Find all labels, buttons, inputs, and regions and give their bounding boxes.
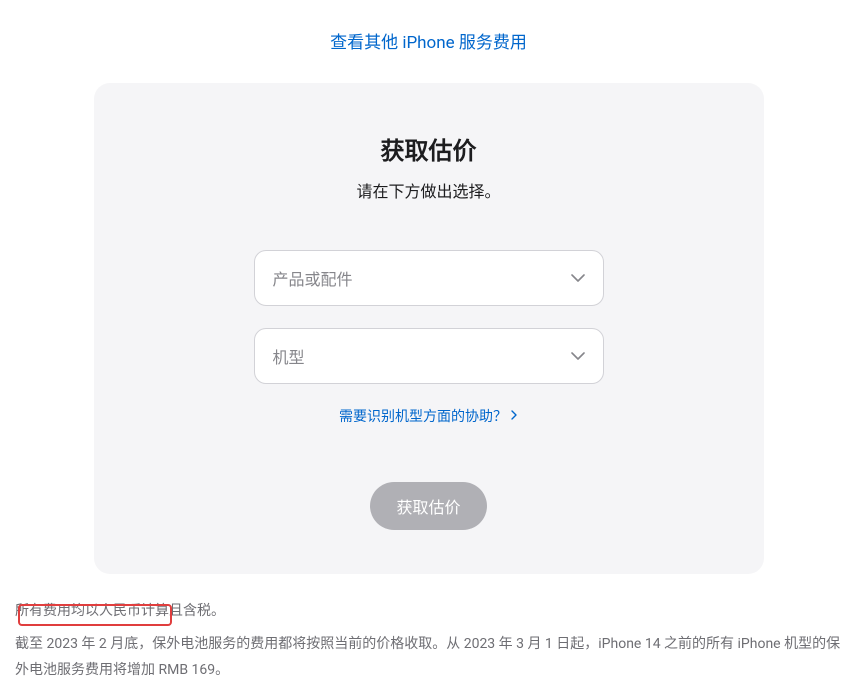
select-model-placeholder: 机型 xyxy=(273,344,305,368)
disclaimer-line-1: 所有费用均以人民币计算且含税。 xyxy=(15,598,842,625)
chevron-down-icon xyxy=(571,352,585,360)
select-product[interactable]: 产品或配件 xyxy=(254,250,604,306)
submit-row: 获取估价 xyxy=(134,482,724,530)
card-title: 获取估价 xyxy=(134,131,724,166)
select-product-placeholder: 产品或配件 xyxy=(273,266,353,290)
footer-disclaimer: 所有费用均以人民币计算且含税。 截至 2023 年 2 月底，保外电池服务的费用… xyxy=(15,598,842,684)
help-link-label: 需要识别机型方面的协助？ xyxy=(339,406,507,426)
select-model[interactable]: 机型 xyxy=(254,328,604,384)
get-estimate-button[interactable]: 获取估价 xyxy=(370,482,486,530)
identify-model-help-link[interactable]: 需要识别机型方面的协助？ xyxy=(339,406,518,426)
select-model-row: 机型 xyxy=(134,328,724,384)
estimate-card: 获取估价 请在下方做出选择。 产品或配件 机型 需要识别机型方面的协助？ 获取估… xyxy=(94,83,764,574)
chevron-down-icon xyxy=(571,274,585,282)
help-link-row: 需要识别机型方面的协助？ xyxy=(134,406,724,426)
chevron-right-icon xyxy=(511,409,518,423)
card-subtitle: 请在下方做出选择。 xyxy=(134,178,724,202)
other-service-link[interactable]: 查看其他 iPhone 服务费用 xyxy=(330,33,527,53)
disclaimer-line-2: 截至 2023 年 2 月底，保外电池服务的费用都将按照当前的价格收取。从 20… xyxy=(15,631,842,684)
select-product-row: 产品或配件 xyxy=(134,250,724,306)
top-link-row: 查看其他 iPhone 服务费用 xyxy=(0,0,857,71)
